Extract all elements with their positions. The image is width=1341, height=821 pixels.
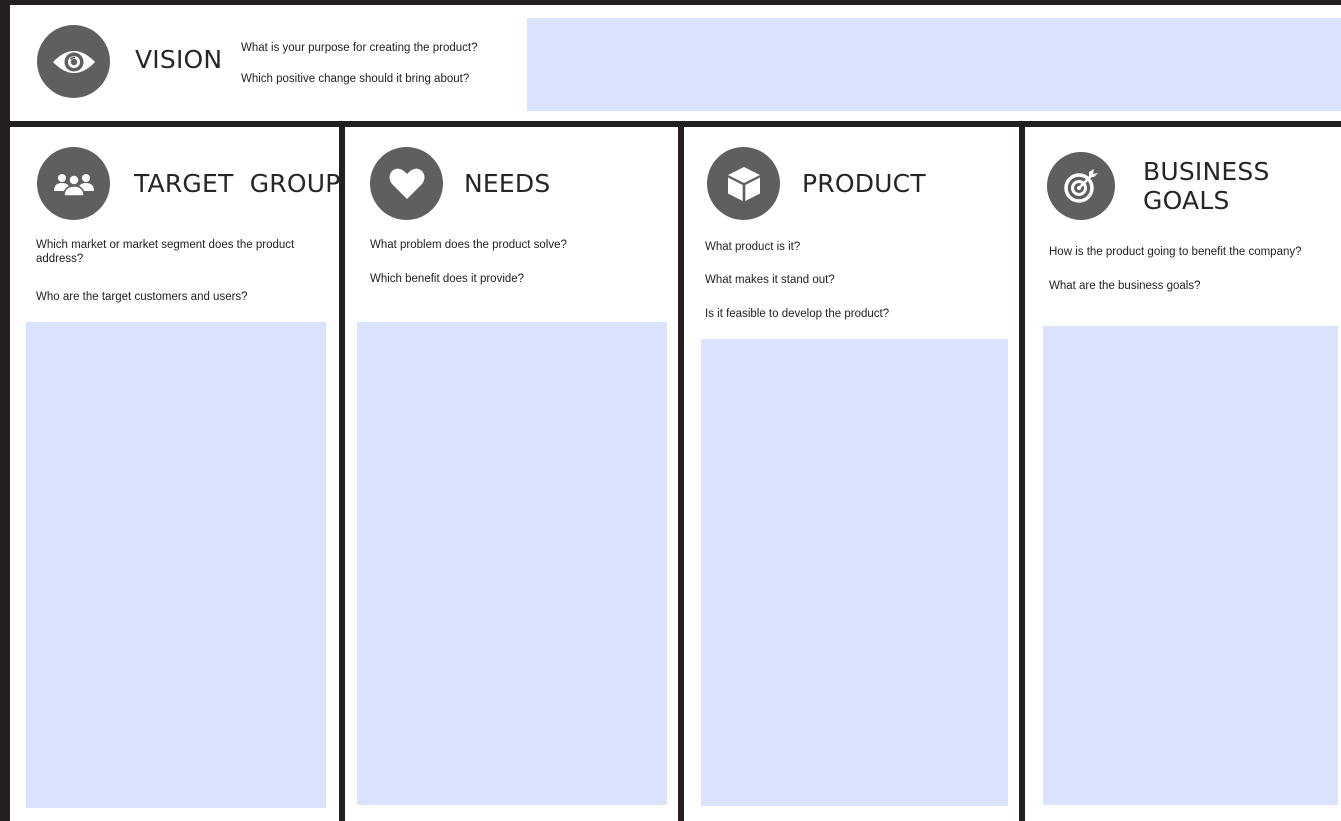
business-goals-question-2: What are the business goals? — [1049, 280, 1201, 292]
vision-answer-area[interactable] — [527, 18, 1341, 111]
eye-icon — [37, 25, 110, 98]
needs-title: NEEDS — [464, 169, 551, 198]
needs-question-2: Which benefit does it provide? — [370, 273, 525, 285]
frame-divider-vertical-2 — [678, 121, 684, 821]
vision-question-2: Which positive change should it bring ab… — [241, 73, 470, 85]
frame-divider-horizontal — [0, 121, 1341, 127]
frame-divider-vertical-1 — [339, 121, 345, 821]
cube-icon — [707, 147, 780, 220]
product-question-1: What product is it? — [705, 241, 801, 253]
target-group-answer-area[interactable] — [26, 322, 326, 808]
product-title: PRODUCT — [802, 169, 926, 198]
target-icon — [1047, 152, 1115, 220]
frame-divider-vertical-3 — [1019, 121, 1025, 821]
product-question-3: Is it feasible to develop the product? — [705, 308, 890, 320]
target-group-title: TARGET GROUP — [134, 169, 341, 198]
business-goals-title: BUSINESS GOALS — [1143, 157, 1270, 215]
business-goals-answer-area[interactable] — [1043, 326, 1338, 805]
business-goals-question-1: How is the product going to benefit the … — [1049, 246, 1302, 258]
product-question-2: What makes it stand out? — [705, 274, 835, 286]
frame-top-border — [0, 0, 1341, 5]
vision-question-1: What is your purpose for creating the pr… — [241, 42, 478, 54]
target-group-question-1: Which market or market segment does the … — [36, 239, 295, 265]
product-answer-area[interactable] — [701, 339, 1008, 806]
target-group-question-2: Who are the target customers and users? — [36, 291, 248, 303]
users-icon — [37, 147, 110, 220]
heart-icon — [370, 147, 443, 220]
needs-question-1: What problem does the product solve? — [370, 239, 567, 251]
vision-title: VISION — [135, 45, 223, 74]
needs-answer-area[interactable] — [357, 322, 667, 805]
